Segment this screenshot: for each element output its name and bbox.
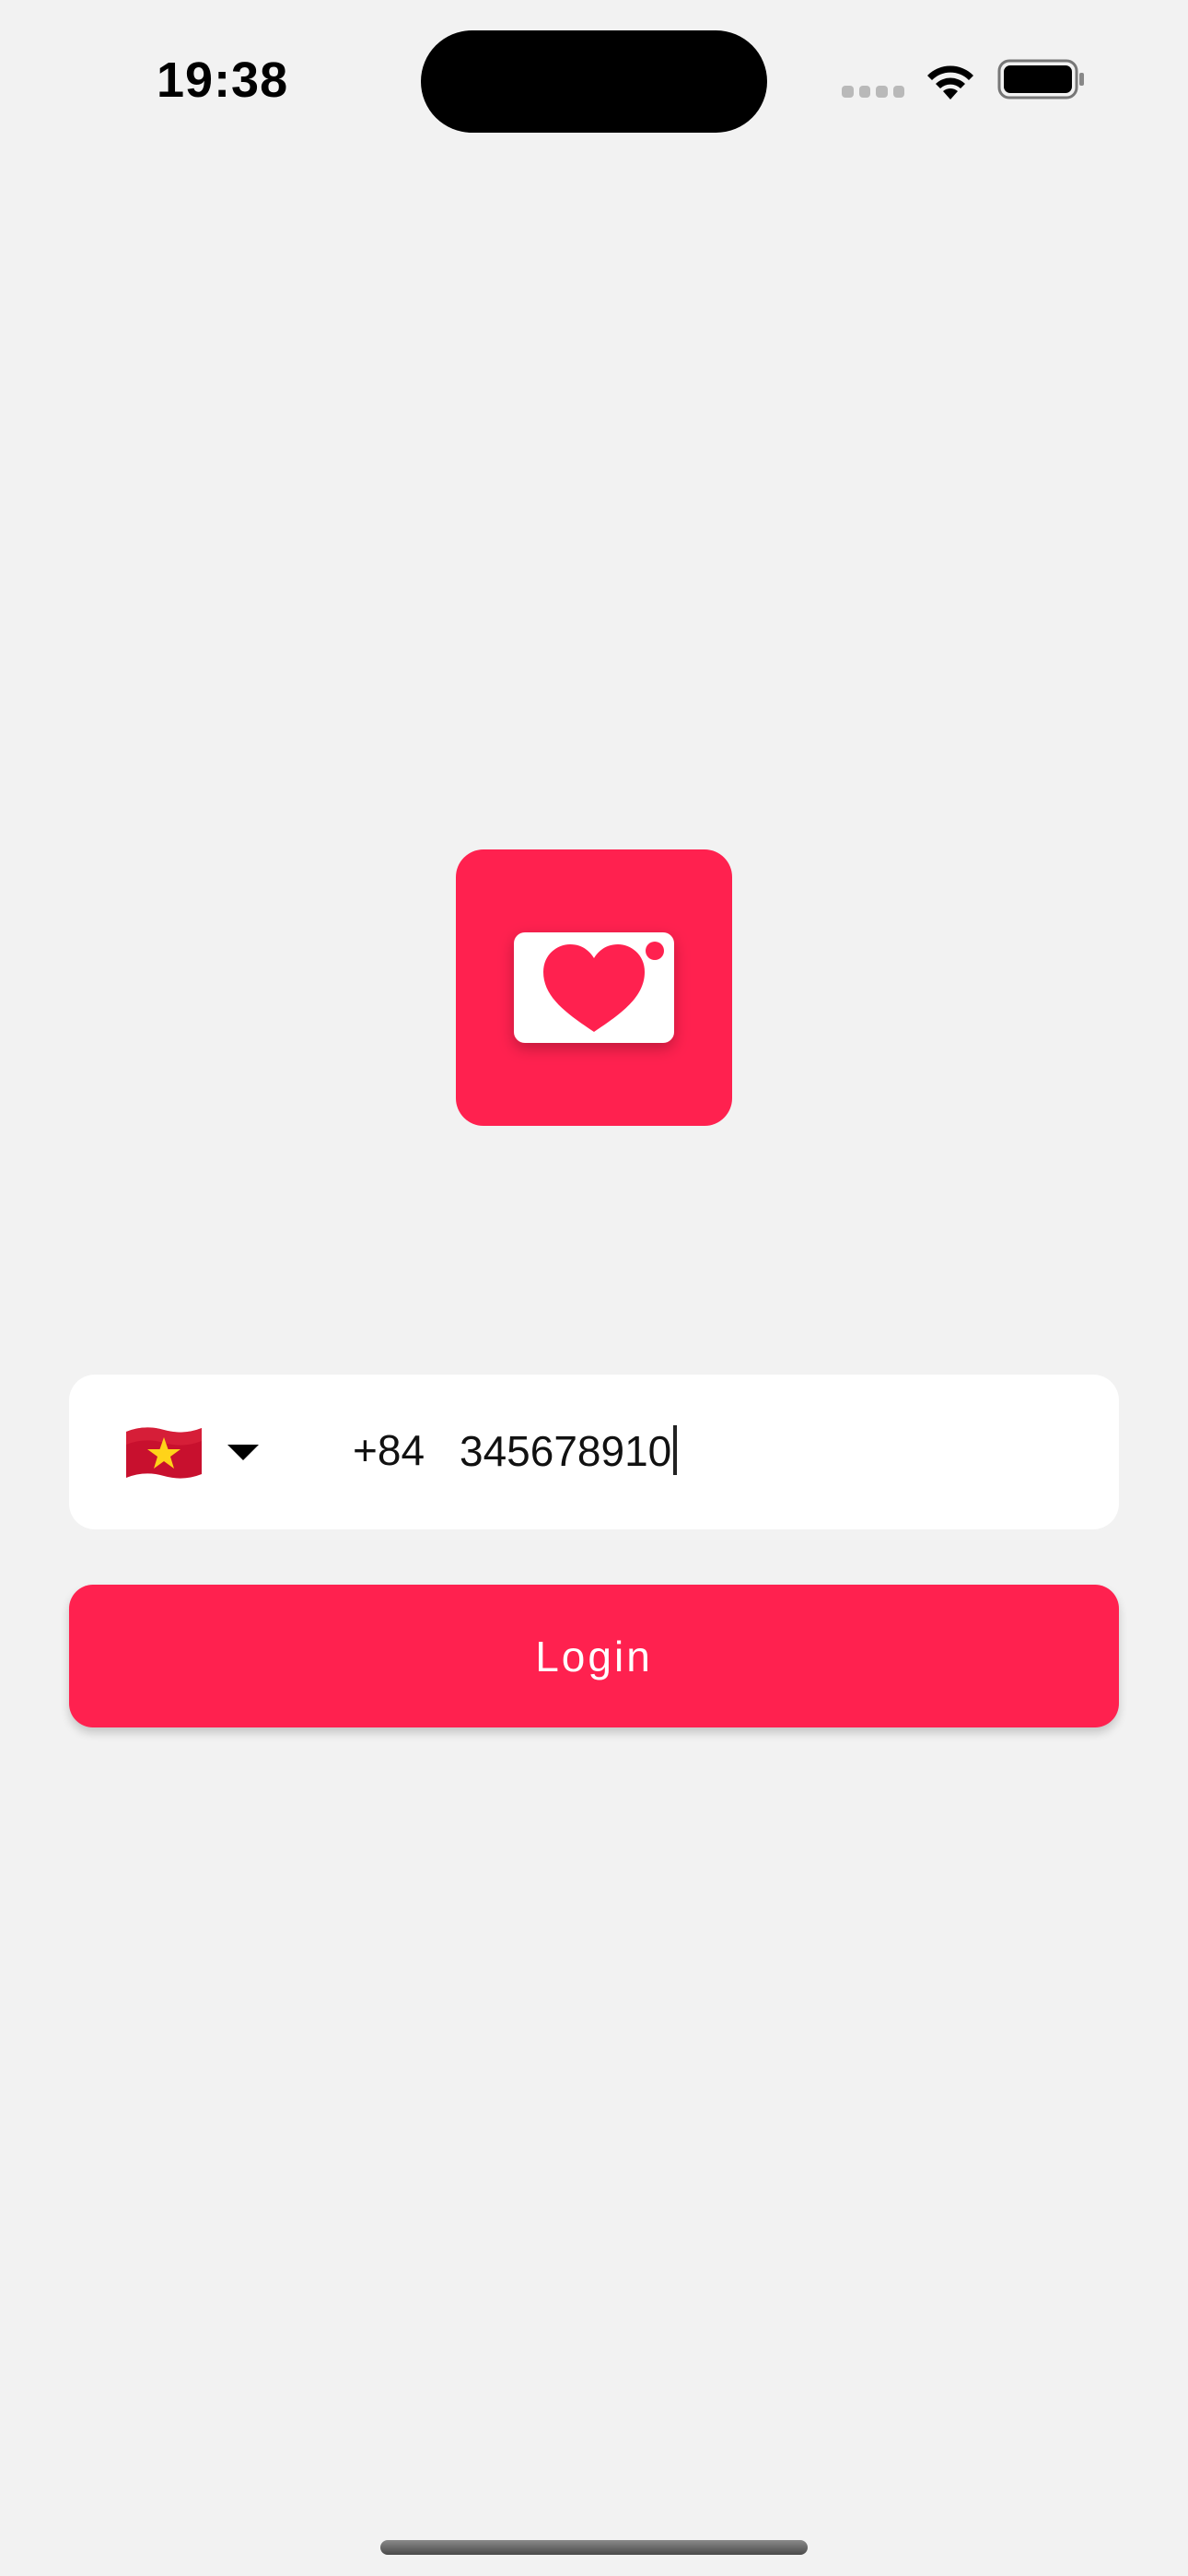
phone-number-input[interactable]: 345678910 [460,1425,678,1476]
heart-photo-icon [514,932,674,1043]
wifi-icon [927,65,973,100]
dial-code: +84 [353,1426,425,1474]
text-caret [673,1425,678,1475]
login-button[interactable]: Login [69,1585,1119,1727]
phone-field: +84 345678910 [69,1375,1119,1529]
app-logo [456,849,732,1126]
phone-number-value[interactable]: 345678910 [460,1427,671,1475]
status-time: 19:38 [157,53,289,108]
vietnam-flag-icon[interactable] [124,1423,204,1481]
login-button-label: Login [535,1632,653,1680]
dynamic-island [421,30,767,133]
cellular-signal-icon [842,86,904,99]
chevron-down-icon[interactable] [227,1445,259,1460]
home-indicator[interactable] [380,2540,808,2555]
country-picker[interactable] [106,1402,318,1504]
battery-icon [997,59,1084,100]
